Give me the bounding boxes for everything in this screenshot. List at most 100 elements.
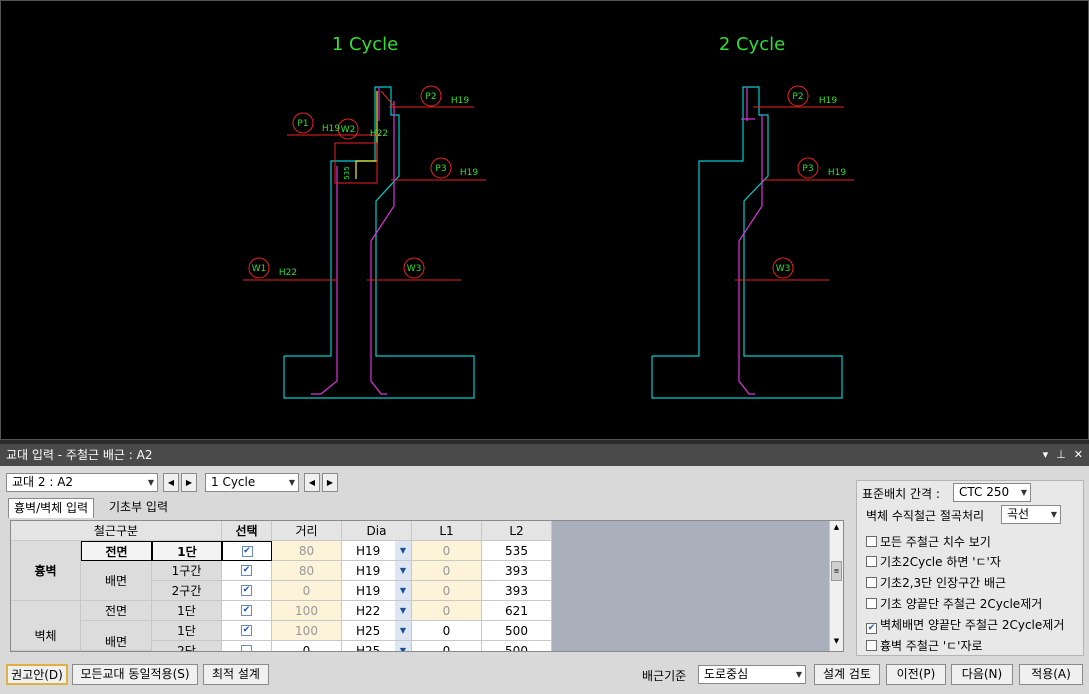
chevron-down-icon: ▼ xyxy=(147,478,154,487)
l2-cell[interactable]: 500 xyxy=(482,621,552,641)
spacing-select[interactable]: CTC 250 ▼ xyxy=(953,483,1031,502)
next-cycle-button[interactable]: ▶ xyxy=(322,473,338,492)
checkbox[interactable]: ✔ xyxy=(241,605,252,616)
l1-cell[interactable]: 0 xyxy=(412,621,482,641)
dia-cell[interactable]: H19 ▼ xyxy=(342,541,412,561)
scroll-up-icon[interactable]: ▲ xyxy=(831,523,842,531)
l1-cell[interactable]: 0 xyxy=(412,581,482,601)
l1-cell[interactable]: 0 xyxy=(412,561,482,581)
l1-cell[interactable]: 0 xyxy=(412,601,482,621)
next-button[interactable]: 다음(N) xyxy=(951,664,1013,685)
next-pier-button[interactable]: ▶ xyxy=(181,473,197,492)
cycle-select[interactable]: 1 Cycle ▼ xyxy=(205,473,299,492)
scroll-thumb[interactable]: ≡ xyxy=(831,561,842,581)
recommend-button[interactable]: 권고안(D) xyxy=(6,664,68,685)
scroll-down-icon[interactable]: ▼ xyxy=(831,637,842,645)
prev-button[interactable]: 이전(P) xyxy=(886,664,946,685)
svg-text:W3: W3 xyxy=(776,264,791,274)
cycle1-title: 1 Cycle xyxy=(332,34,398,55)
prev-pier-button[interactable]: ◀ xyxy=(163,473,179,492)
chevron-down-icon[interactable]: ▼ xyxy=(395,621,411,640)
svg-text:P3: P3 xyxy=(802,164,813,174)
cycle2-title: 2 Cycle xyxy=(719,34,785,55)
basis-label: 배근기준 xyxy=(642,669,687,683)
l1-cell[interactable]: 0 xyxy=(412,541,482,561)
dist-cell[interactable]: 80 xyxy=(272,561,342,581)
face-front: 전면 xyxy=(81,541,152,561)
chevron-down-icon[interactable]: ▼ xyxy=(395,581,411,600)
dropdown-icon[interactable]: ▾ xyxy=(1043,444,1049,466)
select-cell[interactable]: ✔ xyxy=(222,621,272,641)
design-review-button[interactable]: 설계 검토 xyxy=(814,664,880,685)
svg-text:H19: H19 xyxy=(460,168,478,178)
chevron-down-icon: ▼ xyxy=(288,478,295,487)
dia-cell[interactable]: H22 ▼ xyxy=(342,601,412,621)
chevron-down-icon: ▼ xyxy=(795,670,802,679)
row-sub: 1단 xyxy=(152,541,222,561)
pin-icon[interactable]: ⊥ xyxy=(1056,444,1066,466)
dia-cell[interactable]: H19 ▼ xyxy=(342,581,412,601)
dia-cell[interactable]: H25 ▼ xyxy=(342,641,412,651)
panel-title: 교대 입력 - 주철근 배근 : A2 xyxy=(6,448,153,462)
chevron-down-icon[interactable]: ▼ xyxy=(395,541,411,560)
dia-cell[interactable]: H25 ▼ xyxy=(342,621,412,641)
checkbox[interactable] xyxy=(241,645,252,651)
option-breast-c[interactable]: 흉벽 주철근 'ㄷ'자로 xyxy=(866,637,983,654)
pier-select[interactable]: 교대 2 : A2 ▼ xyxy=(6,473,158,492)
checkbox[interactable] xyxy=(866,577,877,588)
option-footing-tension[interactable]: 기초2,3단 인장구간 배근 xyxy=(866,574,1006,591)
tab-breast-wall[interactable]: 흉벽/벽체 입력 xyxy=(8,498,95,518)
svg-text:H19: H19 xyxy=(819,96,837,106)
select-cell[interactable]: ✔ xyxy=(222,601,272,621)
select-cell[interactable] xyxy=(222,641,272,651)
checkbox[interactable]: ✔ xyxy=(241,625,252,636)
dist-cell[interactable]: 100 xyxy=(272,621,342,641)
optimal-design-button[interactable]: 최적 설계 xyxy=(203,664,269,685)
group-breast: 흉벽 xyxy=(11,541,81,601)
checkbox[interactable] xyxy=(866,536,877,547)
drawing-canvas[interactable]: 1 Cycle 2 Cycle P2 P1 W2 P3 W1 W3 H19 H1… xyxy=(0,0,1089,440)
row-sub: 1단 xyxy=(152,601,222,621)
close-icon[interactable]: ✕ xyxy=(1074,444,1083,466)
option-wall-back-ends[interactable]: ✔ 벽체배면 양끝단 주철근 2Cycle제거 xyxy=(866,616,1064,634)
chevron-down-icon[interactable]: ▼ xyxy=(395,601,411,620)
l1-cell[interactable]: 0 xyxy=(412,641,482,651)
apply-button[interactable]: 적용(A) xyxy=(1019,664,1083,685)
select-cell[interactable]: ✔ xyxy=(222,561,272,581)
l2-cell[interactable]: 621 xyxy=(482,601,552,621)
grid-empty-area xyxy=(552,521,830,651)
checkbox[interactable] xyxy=(866,640,877,651)
chevron-down-icon[interactable]: ▼ xyxy=(395,561,411,580)
basis-select[interactable]: 도로중심 ▼ xyxy=(698,665,806,684)
prev-cycle-button[interactable]: ◀ xyxy=(304,473,320,492)
svg-text:535: 535 xyxy=(343,166,351,179)
checkbox[interactable]: ✔ xyxy=(241,565,252,576)
select-cell[interactable]: ✔ xyxy=(222,581,272,601)
bend-select[interactable]: 곡선 ▼ xyxy=(1001,505,1061,524)
l2-cell[interactable]: 535 xyxy=(482,541,552,561)
svg-text:P2: P2 xyxy=(425,92,436,102)
chevron-down-icon[interactable]: ▼ xyxy=(395,641,411,651)
l2-cell[interactable]: 500 xyxy=(482,641,552,651)
option-show-dims[interactable]: 모든 주철근 치수 보기 xyxy=(866,533,991,550)
option-footing-2cycle[interactable]: 기초2Cycle 하면 'ㄷ'자 xyxy=(866,553,1001,570)
dist-cell[interactable]: 100 xyxy=(272,601,342,621)
dia-cell[interactable]: H19 ▼ xyxy=(342,561,412,581)
dist-cell[interactable]: 80 xyxy=(272,541,342,561)
checkbox[interactable] xyxy=(866,598,877,609)
svg-text:H19: H19 xyxy=(451,96,469,106)
l2-cell[interactable]: 393 xyxy=(482,581,552,601)
grid-scrollbar[interactable]: ▲ ≡ ▼ xyxy=(829,521,843,651)
l2-cell[interactable]: 393 xyxy=(482,561,552,581)
cycle2-outline xyxy=(651,86,843,399)
option-footing-ends[interactable]: 기초 양끝단 주철근 2Cycle제거 xyxy=(866,595,1042,612)
dist-cell[interactable]: 0 xyxy=(272,581,342,601)
checkbox[interactable] xyxy=(866,556,877,567)
checkbox[interactable]: ✔ xyxy=(866,623,877,634)
checkbox[interactable]: ✔ xyxy=(241,545,253,557)
checkbox[interactable]: ✔ xyxy=(241,585,252,596)
tab-footing[interactable]: 기초부 입력 xyxy=(104,498,173,518)
apply-all-button[interactable]: 모든교대 동일적용(S) xyxy=(72,664,198,685)
select-cell[interactable]: ✔ xyxy=(222,541,272,561)
dist-cell[interactable]: 0 xyxy=(272,641,342,651)
